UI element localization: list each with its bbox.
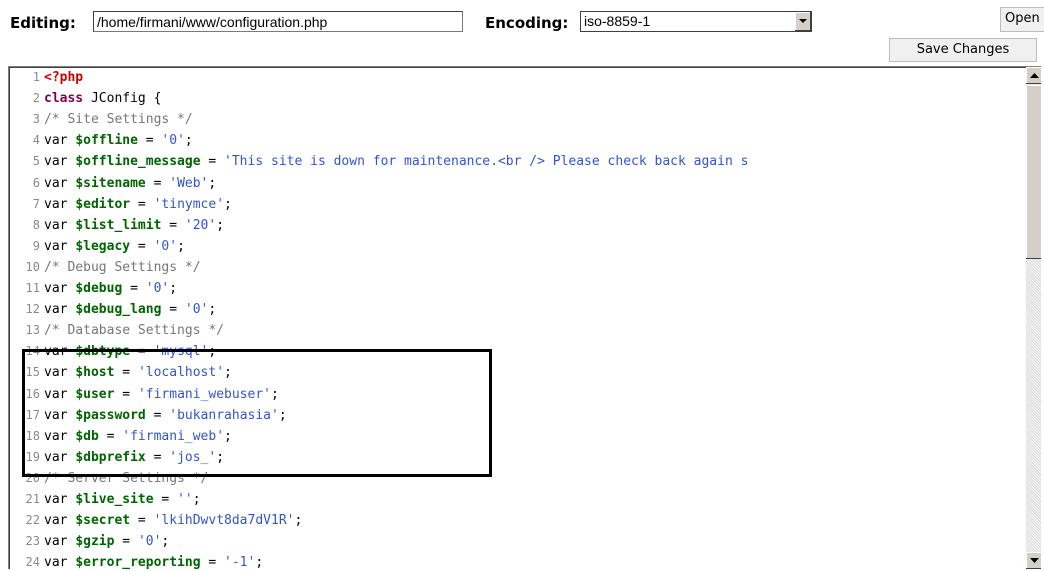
line-source: class JConfig { (44, 91, 162, 107)
line-number: 3 (32, 112, 40, 127)
line-number: 11 (25, 281, 40, 295)
line-number: 15 (25, 365, 40, 380)
line-source: var $debug_lang = '0'; (44, 302, 217, 318)
line-source: /* Debug Settings */ (44, 259, 201, 275)
line-number: 16 (25, 386, 40, 401)
line-source: var $error_reporting = '-1'; (44, 555, 264, 569)
line-source: var $gzip = '0'; (44, 534, 170, 550)
line-number: 19 (25, 449, 40, 464)
line-source: var $sitename = 'Web'; (44, 175, 217, 191)
file-path-input[interactable] (93, 11, 463, 32)
line-source: var $offline = '0'; (44, 133, 193, 149)
line-source: var $secret = 'lkihDwvt8da7dV1R'; (44, 513, 303, 529)
line-number: 9 (32, 238, 40, 253)
encoding-select[interactable]: iso-8859-1 (580, 11, 812, 32)
line-number: 10 (25, 259, 40, 274)
line-number: 24 (25, 555, 40, 569)
code-editor[interactable]: 1 <?php 2 class JConfig { 3 /* Site Settings … (8, 66, 1041, 569)
line-source: /* Server Settings */ (44, 470, 209, 486)
line-number: 2 (32, 91, 40, 106)
line-source: var $offline_message = 'This site is dow… (44, 154, 749, 170)
line-number: 17 (25, 407, 40, 422)
line-number: 21 (25, 492, 40, 506)
open-button[interactable]: Open (1000, 7, 1044, 32)
line-source: var $user = 'firmani_webuser'; (44, 386, 279, 402)
line-number: 18 (25, 428, 40, 443)
line-number: 20 (25, 470, 40, 485)
line-source: var $host = 'localhost'; (44, 365, 232, 381)
line-number: 7 (32, 196, 40, 211)
line-number: 4 (32, 133, 40, 148)
line-number: 6 (32, 175, 40, 190)
save-changes-button[interactable]: Save Changes (889, 38, 1037, 62)
editing-label: Editing: (10, 14, 76, 32)
editor-toolbar: Editing: Encoding: iso-8859-1 Open Save … (0, 0, 1044, 64)
line-source: var $list_limit = '20'; (44, 217, 225, 233)
line-number: 14 (25, 344, 40, 359)
encoding-label: Encoding: (485, 14, 569, 32)
line-number: 5 (32, 154, 40, 169)
line-source: var $legacy = '0'; (44, 238, 185, 254)
line-source: var $live_site = ''; (44, 492, 201, 507)
scrollbar-thumb[interactable] (1026, 85, 1041, 259)
line-source: /* Site Settings */ (44, 112, 193, 128)
line-source: var $editor = 'tinymce'; (44, 196, 232, 212)
line-number: 23 (25, 534, 40, 549)
line-number: 1 (32, 70, 40, 84)
line-source: var $dbtype = 'mysql'; (44, 344, 217, 360)
encoding-value: iso-8859-1 (584, 13, 651, 29)
line-number: 12 (25, 302, 40, 317)
line-number: 22 (25, 513, 40, 528)
line-source: <?php (44, 70, 84, 85)
line-number: 13 (25, 323, 40, 338)
line-source: var $dbprefix = 'jos_'; (44, 449, 225, 465)
arrow-down-icon[interactable] (1026, 552, 1041, 569)
arrow-up-icon[interactable] (1026, 67, 1041, 84)
line-source: /* Database Settings */ (44, 323, 225, 339)
line-source: var $db = 'firmani_web'; (44, 428, 232, 444)
line-source: var $debug = '0'; (44, 281, 178, 296)
line-number: 8 (32, 217, 40, 232)
chevron-down-icon[interactable] (794, 12, 811, 31)
vertical-scrollbar[interactable] (1026, 67, 1041, 569)
line-source: var $password = 'bukanrahasia'; (44, 407, 287, 423)
